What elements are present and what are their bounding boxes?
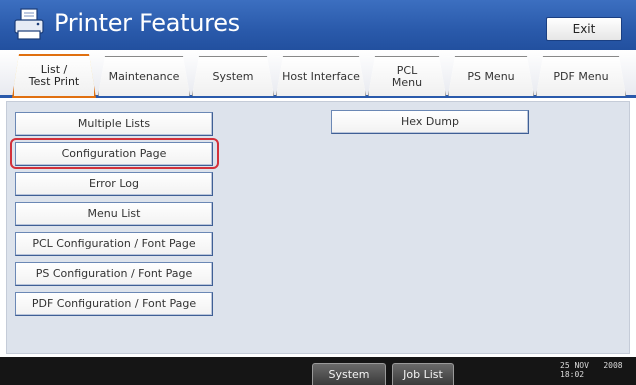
job-list-button[interactable]: Job List: [392, 363, 454, 385]
selection-highlight: [10, 138, 219, 169]
system-status-button[interactable]: System Status: [312, 363, 386, 385]
pdf-configuration-font-page-button[interactable]: PDF Configuration / Font Page: [15, 292, 213, 316]
time-text: 18:02: [560, 370, 585, 379]
hex-dump-button[interactable]: Hex Dump: [331, 110, 529, 134]
ps-configuration-font-page-button[interactable]: PS Configuration / Font Page: [15, 262, 213, 286]
tab-label: Host Interface: [282, 69, 360, 83]
tab-ps-menu[interactable]: PS Menu: [448, 56, 534, 96]
tab-maintenance[interactable]: Maintenance: [98, 56, 190, 96]
tab-label: Maintenance: [108, 69, 180, 83]
tab-label: PDF Menu: [553, 69, 609, 83]
date-text: 25 NOV 2008: [560, 361, 623, 370]
tab-label: System: [212, 69, 254, 83]
tab-host-interface[interactable]: Host Interface: [276, 56, 366, 96]
tab-pdf-menu[interactable]: PDF Menu: [536, 56, 626, 96]
tab-pcl-menu[interactable]: PCL Menu: [368, 56, 446, 96]
tab-label: PS Menu: [467, 69, 515, 83]
header-bar: Printer Features Exit: [0, 0, 636, 50]
exit-button[interactable]: Exit: [546, 17, 622, 41]
tab-label: List / Test Print: [28, 63, 80, 88]
tab-strip: List / Test Print Maintenance System Hos…: [0, 50, 636, 98]
menu-list-button[interactable]: Menu List: [15, 202, 213, 226]
tab-system[interactable]: System: [192, 56, 274, 96]
multiple-lists-button[interactable]: Multiple Lists: [15, 112, 213, 136]
tab-list-test-print[interactable]: List / Test Print: [12, 54, 96, 98]
date-time-display: 25 NOV 2008 18:02: [560, 361, 623, 379]
footer-bar: System Status Job List: [0, 357, 636, 385]
pcl-configuration-font-page-button[interactable]: PCL Configuration / Font Page: [15, 232, 213, 256]
printer-icon: [14, 8, 44, 40]
tab-label: PCL Menu: [391, 63, 423, 89]
page-title: Printer Features: [54, 9, 240, 37]
printer-features-screen: Printer Features Exit List / Test Print …: [0, 0, 636, 385]
error-log-button[interactable]: Error Log: [15, 172, 213, 196]
